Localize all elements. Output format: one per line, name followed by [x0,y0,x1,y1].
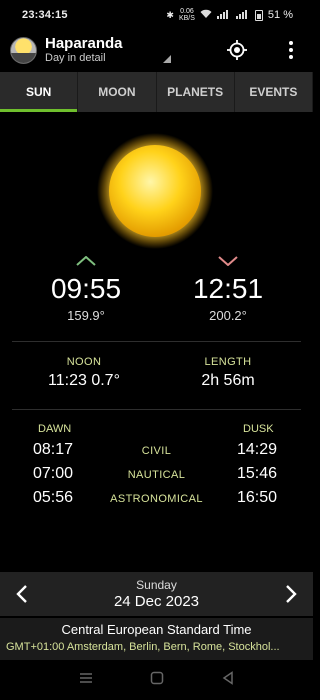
twilight-row-nautical: 07:00 NAUTICAL 15:46 [0,465,313,489]
tab-planets[interactable]: PLANETS [157,72,235,112]
twilight-row-astronomical: 05:56 ASTRONOMICAL 16:50 [0,489,313,513]
timezone-name: Central European Standard Time [61,622,252,637]
battery-level: 51 % [267,9,293,21]
home-icon[interactable] [150,671,164,690]
weekday: Sunday [136,578,177,592]
location-title: Haparanda [45,35,123,52]
noon-label: NOON [66,356,102,368]
timezone-selector[interactable]: Central European Standard Time GMT+01:00… [0,618,313,660]
app-logo [10,36,37,64]
sunset-arrow-icon [178,256,278,270]
status-bar: 23:34:15 ✱ 0.06 KB/S 51 % [0,0,313,30]
nautical-dusk: 15:46 [237,465,278,482]
recents-icon[interactable] [79,671,93,689]
sunrise-azimuth: 159.9° [67,308,105,323]
tab-bar: SUN MOON PLANETS EVENTS [0,72,313,112]
noon-value: 11:23 0.7° [48,372,120,389]
length-label: LENGTH [204,356,252,368]
sunset-azimuth: 200.2° [209,308,247,323]
civil-dusk: 14:29 [237,441,278,458]
app-bar: Haparanda Day in detail [0,30,313,70]
status-icons: ✱ 0.06 KB/S 51 % [166,8,293,22]
gps-locate-icon[interactable] [225,38,249,62]
network-speed: 0.06 KB/S [178,8,195,22]
view-subtitle: Day in detail [45,52,106,64]
signal-icon [216,9,231,21]
sunset-block: 12:51 200.2° [178,256,278,323]
battery-icon [254,9,263,21]
divider [12,341,301,342]
sun-icon [96,132,214,250]
previous-day-button[interactable] [0,572,44,616]
tab-moon[interactable]: MOON [78,72,157,112]
dawn-header: DAWN [38,423,72,435]
tab-events[interactable]: EVENTS [235,72,313,112]
date-navigator: Sunday 24 Dec 2023 [0,572,313,616]
timezone-detail: GMT+01:00 Amsterdam, Berlin, Bern, Rome,… [6,641,280,653]
status-time: 23:34:15 [22,9,68,21]
length-block: LENGTH 2h 56m [158,356,298,390]
back-icon[interactable] [222,670,234,690]
date-picker[interactable]: Sunday 24 Dec 2023 [44,578,269,610]
dropdown-indicator-icon[interactable] [163,55,171,63]
overflow-menu-icon[interactable] [279,38,303,62]
tab-sun[interactable]: SUN [0,72,79,112]
sunrise-time: 09:55 [50,273,122,304]
sunrise-arrow-icon [36,256,136,270]
next-day-button[interactable] [269,572,313,616]
noon-block: NOON 11:23 0.7° [14,356,154,390]
bluetooth-icon: ✱ [166,9,174,20]
dusk-header: DUSK [243,423,274,435]
length-value: 2h 56m [201,372,255,389]
sunrise-block: 09:55 159.9° [36,256,136,323]
twilight-row-civil: 08:17 CIVIL 14:29 [0,441,313,465]
current-date: 24 Dec 2023 [113,593,200,610]
location-selector[interactable]: Haparanda Day in detail [45,35,163,65]
system-nav-bar [0,660,313,700]
signal-icon-2 [235,9,250,21]
wifi-icon [200,9,212,21]
astronomical-dusk: 16:50 [237,489,278,506]
divider [12,409,301,410]
sunset-time: 12:51 [192,273,264,304]
